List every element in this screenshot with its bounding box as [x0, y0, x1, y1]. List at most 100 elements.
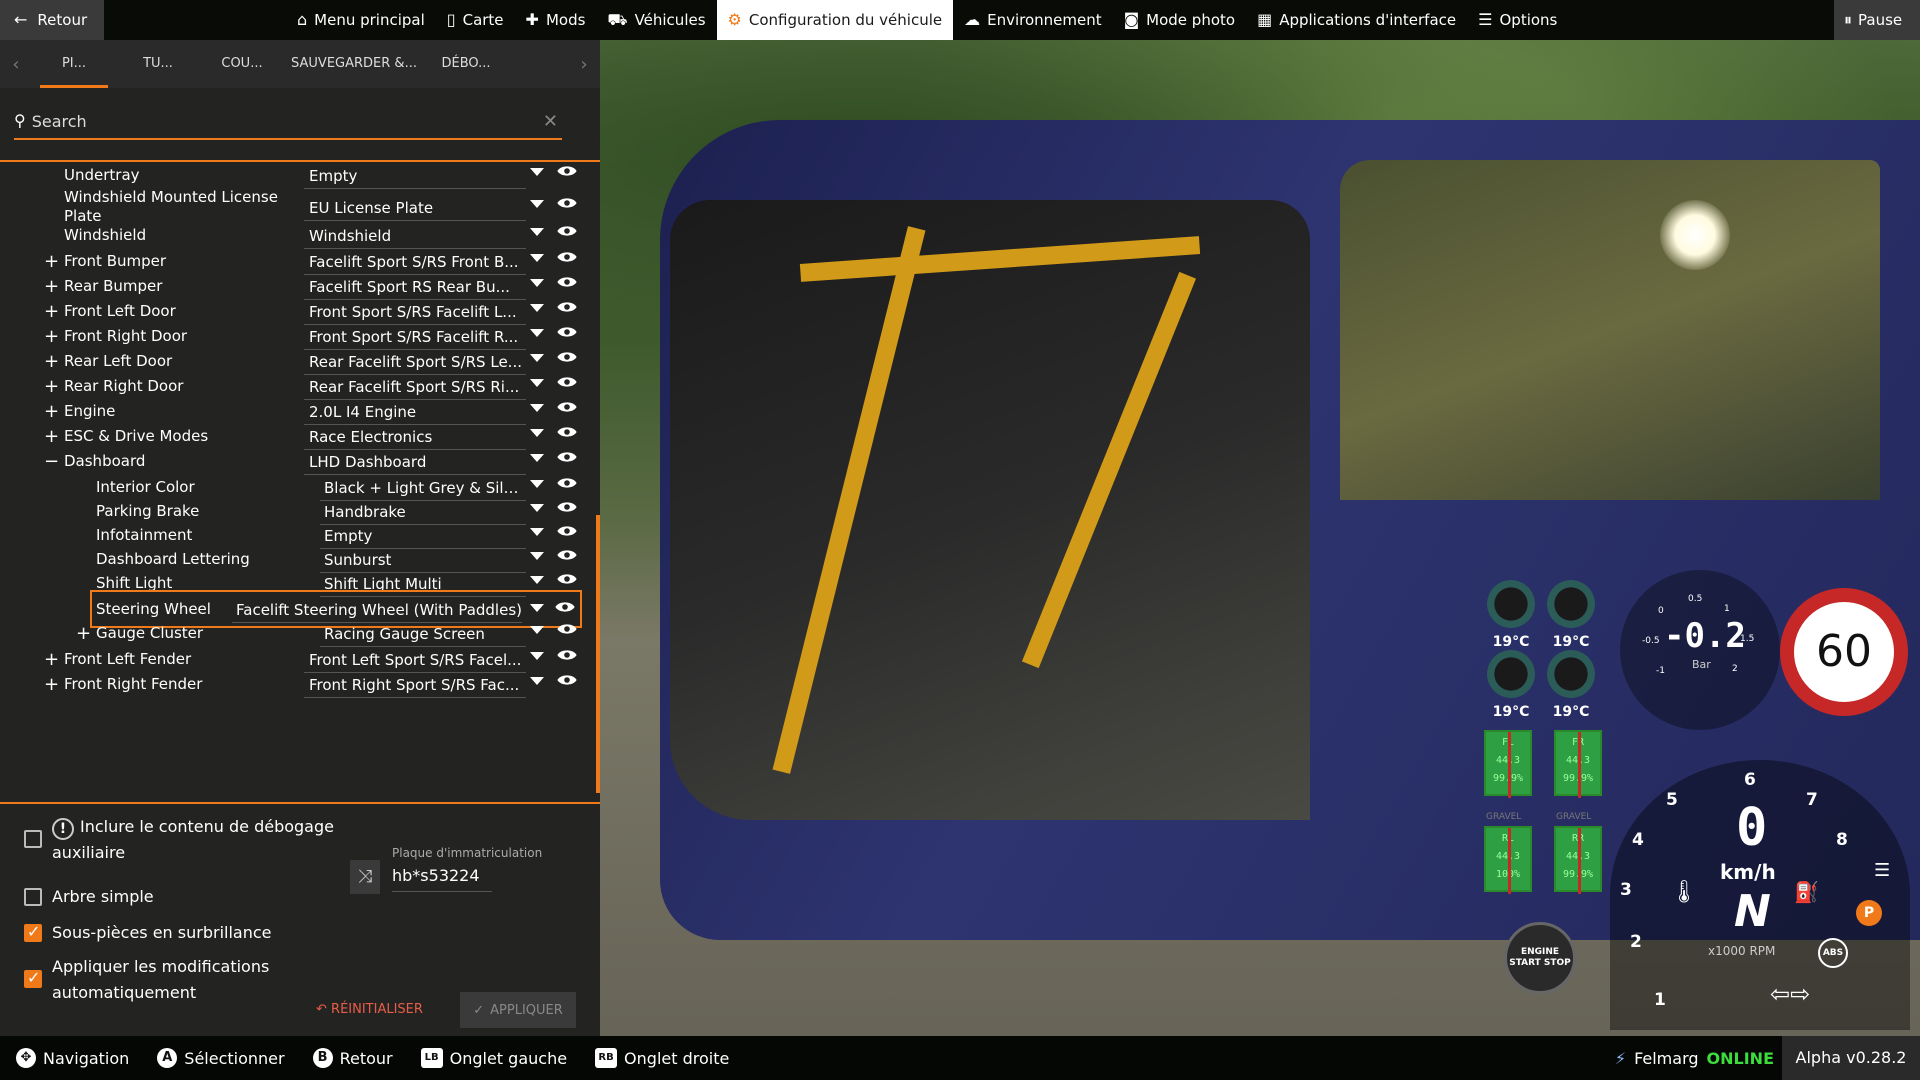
eye-icon[interactable] — [556, 572, 578, 586]
tab-parts[interactable]: PI... — [32, 40, 116, 88]
nav-environment[interactable]: ☁ Environnement — [953, 0, 1113, 40]
nav-photo-mode[interactable]: ◙ Mode photo — [1113, 0, 1246, 40]
part-row[interactable]: + Front Right Fender Front Right Sport S/R… — [0, 669, 590, 699]
chevron-down-icon[interactable] — [530, 279, 544, 287]
eye-icon[interactable] — [556, 250, 578, 264]
search-input[interactable] — [31, 111, 512, 131]
chevron-down-icon[interactable] — [530, 677, 544, 685]
chevron-down-icon[interactable] — [530, 652, 544, 660]
eye-icon[interactable] — [556, 325, 578, 339]
nav-mods[interactable]: ✚ Mods — [515, 0, 597, 40]
expand-toggle-icon[interactable]: + — [76, 623, 91, 644]
expand-toggle-icon[interactable]: + — [44, 251, 59, 272]
eye-icon[interactable] — [556, 164, 578, 178]
chevron-down-icon[interactable] — [530, 379, 544, 387]
chevron-down-icon[interactable] — [530, 576, 544, 584]
eye-icon[interactable] — [556, 300, 578, 314]
tab-debug[interactable]: DÉBO... — [424, 40, 508, 88]
expand-toggle-icon[interactable]: − — [44, 451, 59, 472]
nav-label: Applications d'interface — [1279, 11, 1457, 29]
eye-icon[interactable] — [556, 500, 578, 514]
eye-icon[interactable] — [556, 375, 578, 389]
chevron-down-icon[interactable] — [530, 528, 544, 536]
eye-icon[interactable] — [556, 425, 578, 439]
eye-icon[interactable] — [556, 476, 578, 490]
eye-icon[interactable] — [556, 673, 578, 687]
tab-next-icon[interactable]: › — [568, 54, 600, 75]
chevron-down-icon[interactable] — [530, 480, 544, 488]
eye-icon[interactable] — [556, 275, 578, 289]
expand-toggle-icon[interactable]: + — [44, 674, 59, 695]
chevron-down-icon[interactable] — [530, 504, 544, 512]
part-select[interactable]: Empty — [304, 164, 526, 189]
tab-save-load[interactable]: SAUVEGARDER &... — [284, 40, 424, 88]
tree-scrollbar[interactable] — [596, 515, 600, 793]
part-slot-label: Windshield — [64, 225, 147, 244]
chevron-down-icon[interactable] — [530, 604, 544, 612]
randomize-plate-button[interactable]: ⤨ — [350, 860, 380, 894]
expand-toggle-icon[interactable]: + — [44, 649, 59, 670]
eye-icon[interactable] — [556, 450, 578, 464]
expand-toggle-icon[interactable]: + — [44, 351, 59, 372]
chevron-down-icon[interactable] — [530, 329, 544, 337]
chevron-down-icon[interactable] — [530, 404, 544, 412]
chevron-down-icon[interactable] — [530, 304, 544, 312]
expand-toggle-icon[interactable]: + — [44, 401, 59, 422]
expand-toggle-icon[interactable]: + — [44, 301, 59, 322]
chevron-down-icon[interactable] — [530, 200, 544, 208]
debug-content-checkbox[interactable] — [24, 830, 42, 848]
nav-label: Carte — [462, 11, 504, 29]
chevron-down-icon[interactable] — [530, 626, 544, 634]
expand-toggle-icon[interactable]: + — [44, 276, 59, 297]
temp-value: 19°C — [1492, 704, 1530, 720]
eye-icon[interactable] — [556, 622, 578, 636]
tab-tuning[interactable]: TU... — [116, 40, 200, 88]
expand-toggle-icon[interactable]: + — [44, 426, 59, 447]
back-button[interactable]: ← Retour — [0, 0, 104, 40]
chevron-down-icon[interactable] — [530, 168, 544, 176]
chevron-down-icon[interactable] — [530, 254, 544, 262]
highlight-subparts-checkbox[interactable] — [24, 922, 42, 942]
plate-input[interactable]: hb*s53224 — [392, 866, 492, 892]
nav-options[interactable]: ☰ Options — [1467, 0, 1568, 40]
eye-icon[interactable] — [556, 224, 578, 238]
part-row[interactable]: Undertray Empty — [0, 164, 590, 190]
eye-icon[interactable] — [556, 524, 578, 538]
chevron-down-icon[interactable] — [530, 354, 544, 362]
part-slot-label: Undertray — [64, 165, 140, 184]
chevron-down-icon[interactable] — [530, 454, 544, 462]
auto-apply-checkbox[interactable] — [24, 968, 42, 988]
tab-color[interactable]: COU... — [200, 40, 284, 88]
part-select[interactable]: Racing Gauge Screen — [320, 619, 526, 647]
eye-icon[interactable] — [556, 648, 578, 662]
nav-ui-apps[interactable]: ▦ Applications d'interface — [1246, 0, 1467, 40]
pause-button[interactable]: ⏸ Pause — [1834, 0, 1920, 40]
eye-icon[interactable] — [556, 400, 578, 414]
eye-icon[interactable] — [554, 600, 576, 614]
simple-tree-checkbox[interactable] — [24, 888, 42, 906]
reset-button[interactable]: ↶ RÉINITIALISER — [316, 1002, 423, 1017]
nav-main-menu[interactable]: ⌂ Menu principal — [286, 0, 436, 40]
expand-toggle-icon[interactable]: + — [44, 326, 59, 347]
chevron-down-icon[interactable] — [530, 552, 544, 560]
chevron-down-icon[interactable] — [530, 429, 544, 437]
engine-start-stop-button[interactable]: ENGINE START STOP — [1504, 922, 1576, 994]
part-row[interactable]: Windshield Mounted License Plate EU Licen… — [0, 188, 590, 225]
tab-prev-icon[interactable]: ‹ — [0, 54, 32, 75]
apply-button[interactable]: ✓ APPLIQUER — [460, 992, 576, 1028]
clear-search-icon[interactable]: ✕ — [543, 111, 558, 132]
expand-toggle-icon[interactable]: + — [44, 376, 59, 397]
nav-vehicle-config[interactable]: ⚙ Configuration du véhicule — [716, 0, 954, 40]
part-select[interactable]: Windshield — [304, 221, 526, 249]
part-select[interactable]: EU License Plate — [304, 193, 526, 221]
eye-icon[interactable] — [556, 548, 578, 562]
nav-label: Configuration du véhicule — [748, 11, 943, 29]
part-select[interactable]: LHD Dashboard — [304, 447, 526, 475]
part-select[interactable]: Front Right Sport S/RS Fac... — [304, 670, 526, 698]
chevron-down-icon[interactable] — [530, 228, 544, 236]
eye-icon[interactable] — [556, 196, 578, 210]
nav-map[interactable]: ▯ Carte — [436, 0, 515, 40]
lb-button-icon: LB — [420, 1048, 443, 1068]
eye-icon[interactable] — [556, 350, 578, 364]
nav-vehicles[interactable]: ⛟ Véhicules — [596, 0, 716, 40]
